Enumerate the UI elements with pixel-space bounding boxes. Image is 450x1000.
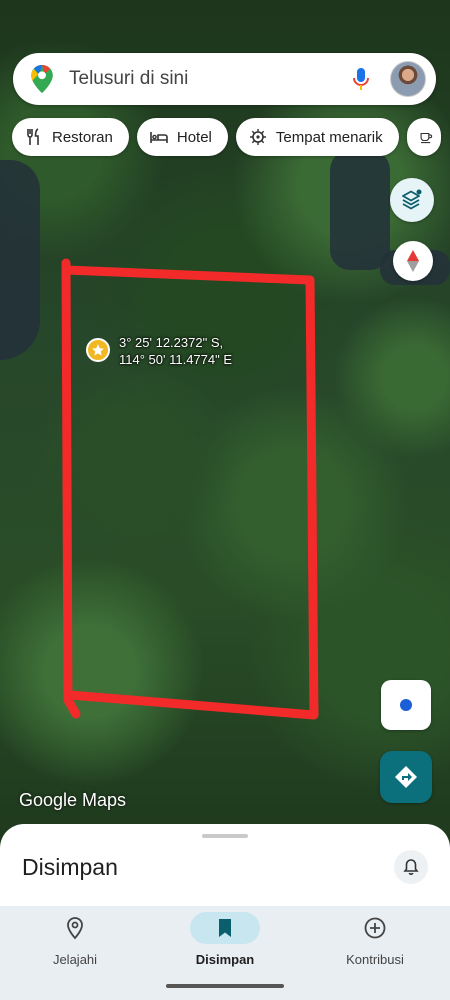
saved-place-star-icon[interactable]	[86, 338, 110, 362]
bottom-nav: Jelajahi Disimpan Kontribusi	[0, 906, 450, 1000]
location-dot-icon	[400, 699, 412, 711]
coordinates-lat: 3° 25' 12.2372" S,	[119, 335, 224, 350]
directions-button[interactable]	[380, 751, 432, 803]
layers-icon	[402, 189, 422, 210]
layers-button[interactable]	[390, 178, 434, 222]
my-location-button[interactable]	[381, 680, 431, 730]
search-bar[interactable]: Telusuri di sini	[13, 53, 436, 105]
coordinates-lng: 114° 50' 11.4774" E	[119, 352, 233, 367]
nav-label: Jelajahi	[52, 952, 98, 967]
coordinates-label: 3° 25' 12.2372" S, 114° 50' 11.4774" E	[119, 334, 232, 368]
coffee-icon	[420, 132, 432, 144]
chip-label: Tempat menarik	[275, 128, 383, 146]
nav-label: Kontribusi	[346, 952, 404, 967]
google-maps-watermark: Google Maps	[19, 790, 127, 810]
category-chips: Restoran Hotel Tempat menarik	[12, 118, 441, 156]
attraction-icon	[249, 129, 266, 145]
compass-icon	[407, 250, 419, 272]
directions-icon	[395, 766, 417, 788]
nav-item-jelajahi[interactable]: Jelajahi	[0, 912, 150, 967]
bell-icon	[403, 859, 419, 875]
mic-icon[interactable]	[350, 66, 372, 92]
chip-hotel[interactable]: Hotel	[136, 118, 228, 156]
add-circle-icon	[364, 917, 386, 939]
search-input[interactable]: Telusuri di sini	[69, 68, 350, 90]
sheet-title: Disimpan	[22, 854, 118, 880]
drag-handle[interactable]	[202, 834, 248, 838]
fork-knife-icon	[27, 128, 39, 145]
bottom-sheet[interactable]: Disimpan	[0, 824, 450, 906]
chip-coffee[interactable]	[406, 118, 441, 156]
avatar[interactable]	[390, 61, 426, 97]
compass-button[interactable]	[393, 241, 433, 281]
notification-button[interactable]	[394, 850, 428, 884]
google-maps-logo-icon	[31, 64, 53, 94]
chip-restoran[interactable]: Restoran	[12, 118, 129, 156]
chip-label: Hotel	[176, 128, 212, 146]
location-pin-icon	[67, 917, 83, 940]
nav-item-disimpan[interactable]: Disimpan	[150, 912, 300, 967]
nav-label: Disimpan	[195, 952, 255, 967]
home-indicator	[166, 984, 284, 988]
nav-item-kontribusi[interactable]: Kontribusi	[300, 912, 450, 967]
chip-label: Restoran	[52, 128, 113, 146]
bed-icon	[150, 132, 168, 143]
chip-tempat-menarik[interactable]: Tempat menarik	[235, 118, 399, 156]
bookmark-icon	[219, 919, 231, 937]
